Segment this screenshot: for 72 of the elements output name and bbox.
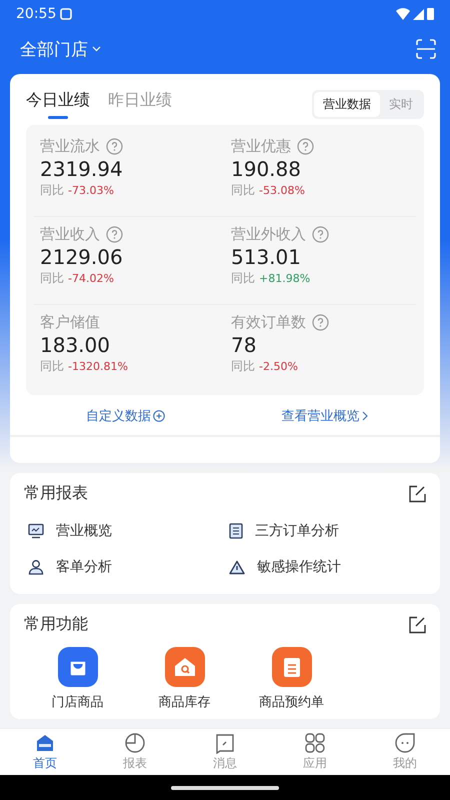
metric-label: 营业收入 xyxy=(40,225,100,244)
metric-label: 有效订单数 xyxy=(231,313,306,332)
function-shortcut[interactable]: 商品库存 xyxy=(131,647,238,711)
text-link[interactable]: 自定义数据 xyxy=(86,407,165,425)
chevron-icon xyxy=(362,411,368,421)
metric-label: 客户储值 xyxy=(40,313,100,332)
function-shortcut[interactable]: 商品预约单 xyxy=(238,647,345,711)
change-value: +81.98% xyxy=(259,272,310,285)
house-icon[interactable] xyxy=(164,647,204,687)
change-value: -74.02% xyxy=(68,272,114,285)
chat-face-icon xyxy=(394,732,416,754)
caret-icon xyxy=(92,46,101,52)
message-icon xyxy=(214,732,236,754)
monitor-icon xyxy=(28,523,44,539)
edit-icon[interactable] xyxy=(408,616,426,634)
report-link[interactable]: 敏感操作统计 xyxy=(225,558,426,576)
edit-icon[interactable] xyxy=(408,484,426,502)
person-icon xyxy=(28,559,44,575)
compare-label: 同比 xyxy=(40,358,64,375)
metric-value: 183.00 xyxy=(40,333,111,357)
section-title: 常用功能 xyxy=(24,614,88,635)
compare-label: 同比 xyxy=(231,358,255,375)
metric-value: 2129.06 xyxy=(40,245,124,269)
metric-value: 190.88 xyxy=(231,157,302,181)
signal-icon xyxy=(413,8,424,20)
tab-bar-item[interactable]: 我的 xyxy=(360,729,450,775)
apps-icon xyxy=(304,732,326,754)
text-link[interactable]: 查看营业概览 xyxy=(282,407,368,425)
battery-icon xyxy=(427,8,434,20)
help-icon[interactable] xyxy=(312,314,329,331)
clipboard-icon[interactable] xyxy=(272,647,312,687)
change-value: -1320.81% xyxy=(68,360,128,373)
help-icon[interactable] xyxy=(297,138,314,155)
function-shortcut[interactable]: 门店商品 xyxy=(24,647,131,711)
home-icon xyxy=(34,732,56,754)
change-value: -53.08% xyxy=(259,184,305,197)
document-icon xyxy=(229,523,243,539)
scan-icon[interactable] xyxy=(416,39,436,59)
tab-bar-item[interactable]: 应用 xyxy=(270,729,360,775)
section-title: 常用报表 xyxy=(24,483,88,504)
report-link[interactable]: 三方订单分析 xyxy=(225,522,426,540)
tab-bar-item[interactable]: 报表 xyxy=(90,729,180,775)
compare-label: 同比 xyxy=(40,182,64,199)
report-link[interactable]: 客单分析 xyxy=(24,558,225,576)
period-tab[interactable]: 今日业绩 xyxy=(26,90,90,119)
metric-label: 营业流水 xyxy=(40,137,100,156)
report-link[interactable]: 营业概览 xyxy=(24,522,225,540)
change-value: -2.50% xyxy=(259,360,298,373)
help-icon[interactable] xyxy=(106,226,123,243)
notification-icon xyxy=(60,8,72,20)
metric-value: 513.01 xyxy=(231,245,302,269)
metric-value: 2319.94 xyxy=(40,157,124,181)
tab-bar-item[interactable]: 消息 xyxy=(180,729,270,775)
plus-circle-icon xyxy=(153,410,165,422)
compare-label: 同比 xyxy=(40,270,64,287)
metric-value: 78 xyxy=(231,333,258,357)
compare-label: 同比 xyxy=(231,270,255,287)
metric-label: 营业优惠 xyxy=(231,137,291,156)
bag-icon[interactable] xyxy=(58,647,98,687)
change-value: -73.03% xyxy=(68,184,114,197)
help-icon[interactable] xyxy=(106,138,123,155)
help-icon[interactable] xyxy=(312,226,329,243)
status-time: 20:55 xyxy=(16,6,56,22)
compare-label: 同比 xyxy=(231,182,255,199)
store-selector[interactable]: 全部门店 xyxy=(20,38,101,60)
period-tab[interactable]: 昨日业绩 xyxy=(108,90,172,119)
warning-icon xyxy=(229,560,245,574)
metric-label: 营业外收入 xyxy=(231,225,306,244)
wifi-icon xyxy=(396,8,410,20)
tab-bar-item[interactable]: 首页 xyxy=(0,729,90,775)
segment-button[interactable]: 营业数据 xyxy=(314,92,380,117)
pie-chart-icon xyxy=(124,732,146,754)
